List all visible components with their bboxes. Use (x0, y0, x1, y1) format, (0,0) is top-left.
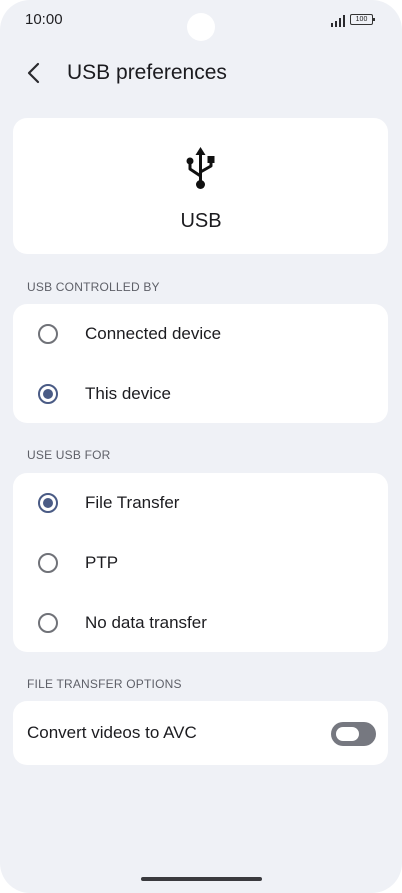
back-button[interactable] (16, 56, 50, 90)
radio-file-transfer[interactable] (38, 493, 58, 513)
phone-screen: 10:00 100 USB preferences USB USB CONTRO… (0, 0, 402, 893)
radio-connected-device[interactable] (38, 324, 58, 344)
option-this-device[interactable]: This device (13, 364, 388, 424)
section-header-file-transfer-options: FILE TRANSFER OPTIONS (27, 677, 182, 691)
radio-this-device[interactable] (38, 384, 58, 404)
option-label: File Transfer (85, 493, 180, 512)
home-indicator[interactable] (141, 877, 262, 881)
status-time: 10:00 (25, 11, 63, 28)
controlled-by-card: Connected device This device (13, 304, 388, 423)
usb-icon (186, 147, 215, 189)
page-title: USB preferences (67, 61, 227, 84)
option-file-transfer[interactable]: File Transfer (13, 473, 388, 533)
option-ptp[interactable]: PTP (13, 533, 388, 593)
section-header-use-usb-for: USE USB FOR (27, 448, 111, 462)
option-label: This device (85, 384, 171, 403)
back-arrow-icon (27, 62, 40, 84)
toggle-knob (336, 727, 359, 741)
front-camera (187, 13, 215, 41)
usb-card (13, 118, 388, 254)
option-no-data-transfer[interactable]: No data transfer (13, 593, 388, 653)
convert-videos-label: Convert videos to AVC (27, 723, 197, 742)
option-label: PTP (85, 553, 119, 572)
signal-icon (331, 14, 346, 27)
file-transfer-options-card: Convert videos to AVC (13, 701, 388, 765)
option-label: Connected device (85, 324, 222, 343)
option-connected-device[interactable]: Connected device (13, 304, 388, 364)
radio-no-data-transfer[interactable] (38, 613, 58, 633)
radio-ptp[interactable] (38, 553, 58, 573)
option-label: No data transfer (85, 613, 207, 632)
section-header-controlled-by: USB CONTROLLED BY (27, 280, 160, 294)
use-usb-for-card: File Transfer PTP No data transfer (13, 473, 388, 652)
usb-label: USB (180, 210, 222, 232)
convert-videos-toggle[interactable] (331, 722, 376, 746)
battery-icon: 100 (350, 14, 375, 25)
